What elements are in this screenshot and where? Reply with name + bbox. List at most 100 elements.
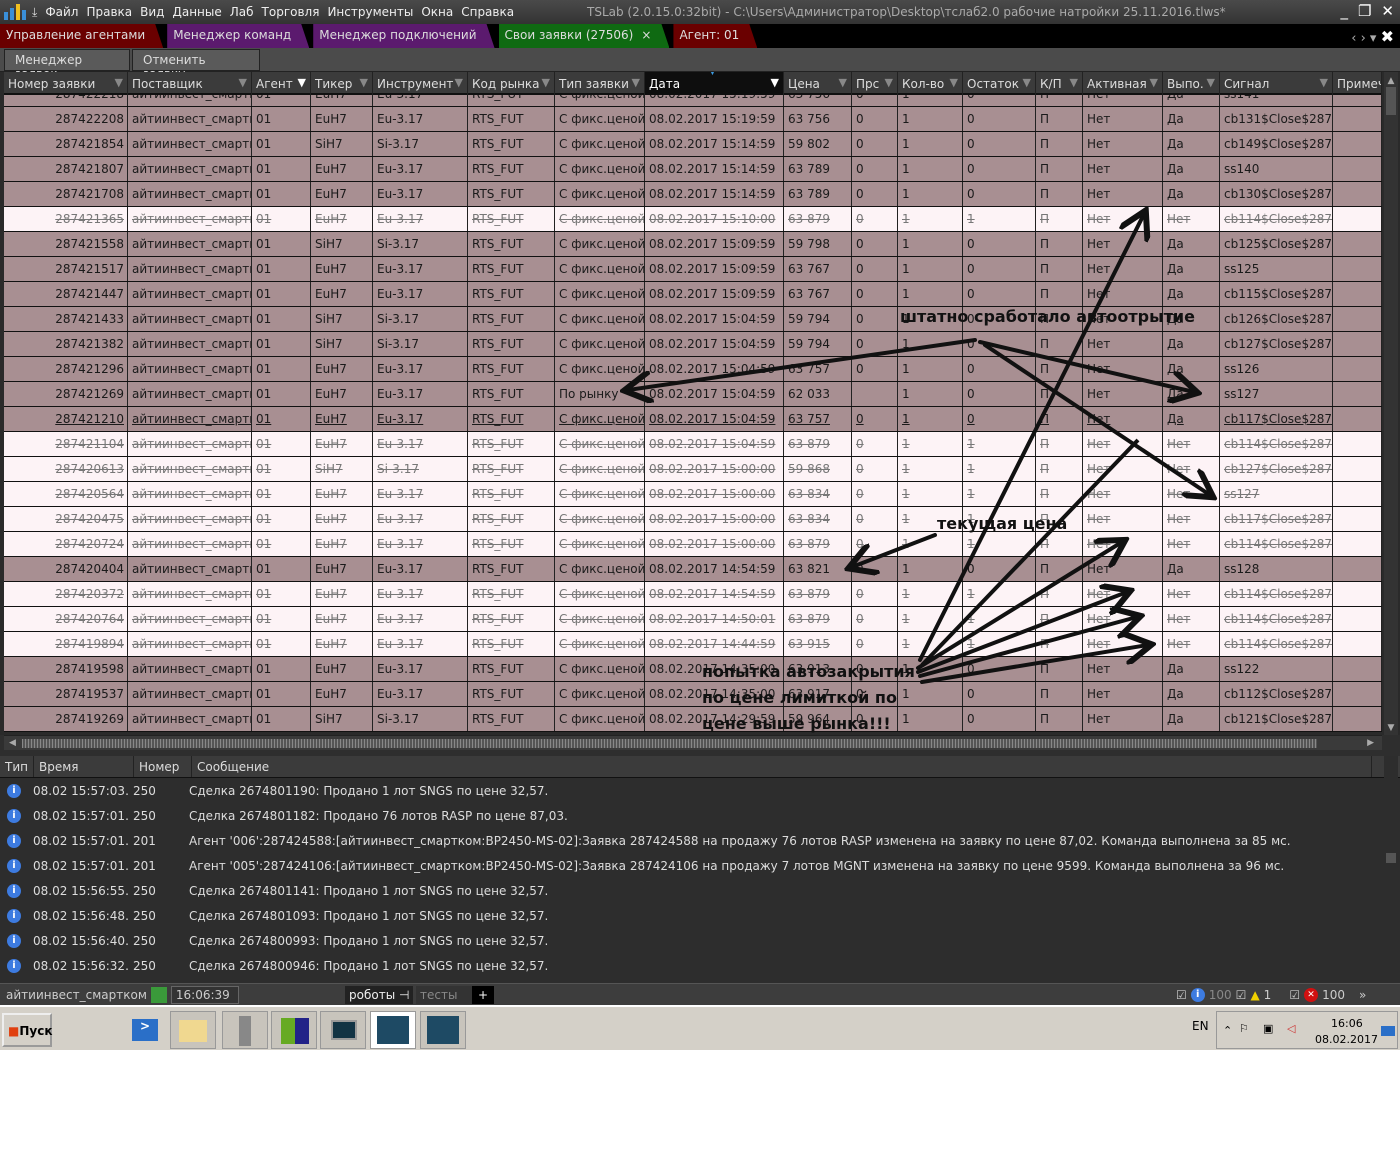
log-row[interactable]: i 08.02 15:56:40. 250 Сделка 2674800993: Пр… [0,928,1400,953]
tab-tests[interactable]: тесты [416,985,472,1004]
table-row[interactable]: 287420372 айтиинвест_смарткс 01 EuH7 Eu-3.17… [4,582,1382,607]
table-row[interactable]: 287421807 айтиинвест_смарткс 01 EuH7 Eu-3.17… [4,157,1382,182]
column-header-14[interactable]: Выпо. ▼ [1163,72,1220,95]
filter-icon[interactable]: ▼ [1150,76,1158,89]
info-filter-checkbox[interactable]: ☑ [1176,988,1187,1002]
table-row[interactable]: 287421382 айтиинвест_смарткс 01 SiH7 Si-3.17… [4,332,1382,357]
close-button[interactable]: ✕ [1381,2,1394,20]
filter-icon[interactable]: ▼ [1023,76,1031,89]
table-row[interactable]: 287419894 айтиинвест_смарткс 01 EuH7 Eu-3.17… [4,632,1382,657]
table-row[interactable]: 287421433 айтиинвест_смарткс 01 SiH7 Si-3.17… [4,307,1382,332]
column-header-15[interactable]: Сигнал ▼ [1220,72,1333,95]
column-header-2[interactable]: Агент ▼ [252,72,311,95]
table-row[interactable]: 287420564 айтиинвест_смарткс 01 EuH7 Eu-3.17… [4,482,1382,507]
menu-item-7[interactable]: Окна [421,5,453,19]
column-header-12[interactable]: К/П ▼ [1036,72,1083,95]
add-tab-button[interactable]: + [472,985,495,1004]
table-row[interactable]: 287421708 айтиинвест_смарткс 01 EuH7 Eu-3.17… [4,182,1382,207]
tools-icon[interactable]: ✖ [1381,27,1394,46]
table-row[interactable]: 287421296 айтиинвест_смарткс 01 EuH7 Eu-3.17… [4,357,1382,382]
server-manager-icon[interactable] [72,1011,118,1049]
column-header-13[interactable]: Активная ▼ [1083,72,1163,95]
table-row[interactable]: 287421104 айтиинвест_смарткс 01 EuH7 Eu-3.17… [4,432,1382,457]
table-row[interactable]: 287419598 айтиинвест_смарткс 01 EuH7 Eu-3.17… [4,657,1382,682]
tab-navigation[interactable]: ‹ › ▾ ✖ [1351,27,1394,46]
action-center-flag-icon[interactable]: ⚐ [1239,1022,1249,1035]
menu-item-0[interactable]: Файл [45,5,78,19]
column-header-5[interactable]: Код рынка ▼ [468,72,555,95]
cancel-order-button[interactable]: Отменить заявку [132,49,260,81]
column-header-10[interactable]: Кол-во ▼ [898,72,963,95]
filter-icon[interactable]: ▼ [115,76,123,89]
filter-icon[interactable]: ▼ [950,76,958,89]
menu-item-6[interactable]: Инструменты [327,5,413,19]
log-row[interactable]: i 08.02 15:57:01. 250 Сделка 2674801182: Пр… [0,803,1400,828]
filter-icon[interactable]: ▼ [1207,76,1215,89]
tab-3[interactable]: Свои заявки (27506) × [499,24,670,48]
filter-icon[interactable]: ▼ [632,76,640,89]
filter-icon[interactable]: ▼ [839,76,847,89]
network-icon[interactable]: ▣ [1263,1022,1273,1035]
menu-item-8[interactable]: Справка [461,5,514,19]
tab-4[interactable]: Агент: 01 [673,24,757,48]
column-header-4[interactable]: Инструмент ▼ [373,72,468,95]
resource-monitor-icon[interactable] [320,1011,366,1049]
filter-icon[interactable]: ▼ [360,76,368,89]
log-row[interactable]: i 08.02 15:56:32. 250 Сделка 2674800946: Пр… [0,953,1400,978]
start-button[interactable]: ■Пуск [2,1013,52,1047]
table-row[interactable]: 287420404 айтиинвест_смарткс 01 EuH7 Eu-3.17… [4,557,1382,582]
warning-filter-checkbox[interactable]: ☑ [1236,988,1247,1002]
table-row[interactable]: 287421210 айтиинвест_смарткс 01 EuH7 Eu-3.17… [4,407,1382,432]
filter-icon[interactable]: ▼ [239,76,247,89]
menu-item-2[interactable]: Вид [140,5,164,19]
table-row[interactable]: 287420613 айтиинвест_смарткс 01 SiH7 Si-3.17… [4,457,1382,482]
tslab-taskbar-button[interactable] [420,1011,466,1049]
vertical-scrollbar[interactable]: ▲ ▼ [1384,72,1398,735]
menu-item-4[interactable]: Лаб [230,5,254,19]
admin-tools-icon[interactable] [222,1011,268,1049]
table-row[interactable]: 287420475 айтиинвест_смарткс 01 EuH7 Eu-3.17… [4,507,1382,532]
table-row[interactable]: 287422208 айтиинвест_смарткс 01 EuH7 Eu-3.17… [4,107,1382,132]
log-column-3[interactable]: Сообщение [192,756,1372,777]
column-header-7[interactable]: Дата ▼ ▼ [645,72,784,95]
explorer-icon[interactable] [170,1011,216,1049]
column-header-11[interactable]: Остаток ▼ [963,72,1036,95]
menu-item-1[interactable]: Правка [86,5,132,19]
order-manager-button[interactable]: Менеджер заявок [4,49,130,81]
column-header-3[interactable]: Тикер ▼ [311,72,373,95]
log-row[interactable]: i 08.02 15:56:55. 250 Сделка 2674801141: Пр… [0,878,1400,903]
column-header-6[interactable]: Тип заявки ▼ [555,72,645,95]
expand-icon[interactable]: » [1359,988,1366,1002]
filter-icon[interactable]: ▼ [885,76,893,89]
horizontal-scrollbar[interactable]: ◀ ▶ [4,735,1382,750]
table-row[interactable]: 287420724 айтиинвест_смарткс 01 EuH7 Eu-3.17… [4,532,1382,557]
log-column-1[interactable]: Время [34,756,134,777]
filter-icon[interactable]: ▼ [455,76,463,89]
table-row[interactable]: 287421558 айтиинвест_смарткс 01 SiH7 Si-3.17… [4,232,1382,257]
log-column-2[interactable]: Номер [134,756,192,777]
powershell-icon[interactable]: > [122,1011,168,1049]
tab-1[interactable]: Менеджер команд [167,24,309,48]
column-header-9[interactable]: Прс ▼ [852,72,898,95]
menu-item-3[interactable]: Данные [172,5,221,19]
column-header-16[interactable]: Примеч [1333,72,1382,95]
table-row[interactable]: 287421269 айтиинвест_смарткс 01 EuH7 Eu-3.17… [4,382,1382,407]
log-row[interactable]: i 08.02 15:57:03. 250 Сделка 2674801190: Пр… [0,778,1400,803]
table-row[interactable]: 287421517 айтиинвест_смарткс 01 EuH7 Eu-3.17… [4,257,1382,282]
column-header-0[interactable]: Номер заявки ▼ [4,72,128,95]
tab-robots[interactable]: роботы ⊣ [345,985,414,1004]
close-tab-icon[interactable]: × [641,28,651,42]
table-row[interactable]: 287421447 айтиинвест_смарткс 01 EuH7 Eu-3.17… [4,282,1382,307]
table-row[interactable]: 287421365 айтиинвест_смарткс 01 EuH7 Eu-3.17… [4,207,1382,232]
maximize-button[interactable]: ❐ [1358,2,1371,20]
language-indicator[interactable]: EN [1192,1019,1209,1033]
filter-icon[interactable]: ▼ [771,76,779,89]
table-row[interactable]: 287419269 айтиинвест_смарткс 01 SiH7 Si-3.17… [4,707,1382,732]
filter-icon[interactable]: ▼ [1070,76,1078,89]
filter-icon[interactable]: ▼ [1320,76,1328,89]
column-header-1[interactable]: Поставщик ▼ [128,72,252,95]
show-desktop-icon[interactable] [1381,1026,1395,1036]
log-row[interactable]: i 08.02 15:56:48. 250 Сделка 2674801093: Пр… [0,903,1400,928]
filter-icon[interactable]: ▼ [298,76,306,89]
error-filter-checkbox[interactable]: ☑ [1289,988,1300,1002]
